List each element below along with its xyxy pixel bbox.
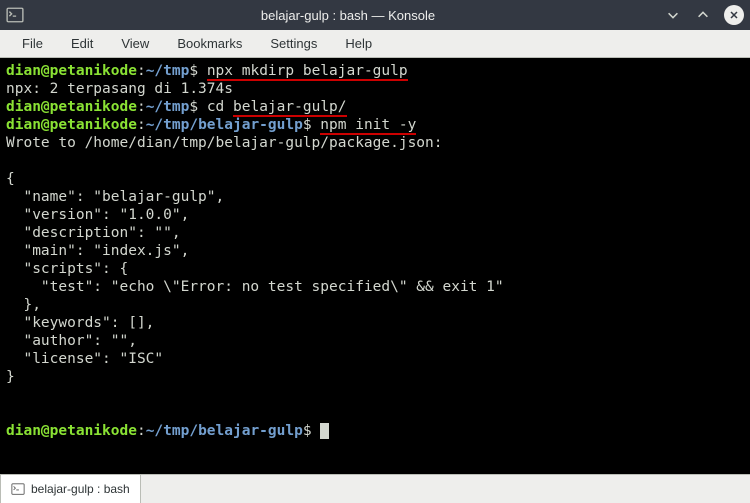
menu-settings[interactable]: Settings [256,32,331,55]
tab-terminal[interactable]: belajar-gulp : bash [0,475,141,503]
prompt-user: dian@petanikode [6,99,137,115]
command-text: cd [207,99,233,115]
prompt-user: dian@petanikode [6,63,137,79]
command-text: belajar-gulp/ [233,99,347,115]
prompt-dollar: $ [189,63,206,79]
menu-view[interactable]: View [107,32,163,55]
window-title: belajar-gulp : bash — Konsole [32,8,664,23]
prompt-path: ~/tmp/belajar-gulp [146,423,303,439]
terminal-icon [6,6,24,24]
terminal-output: "keywords": [], [6,315,154,331]
cursor [320,423,329,439]
menu-edit[interactable]: Edit [57,32,107,55]
prompt-path: ~/tmp [146,99,190,115]
command-text: npm init -y [320,117,416,133]
prompt-colon: : [137,117,146,133]
terminal-output: Wrote to /home/dian/tmp/belajar-gulp/pac… [6,135,443,151]
terminal-output: "author": "", [6,333,137,349]
menu-help[interactable]: Help [331,32,386,55]
prompt-path: ~/tmp/belajar-gulp [146,117,303,133]
terminal-output: "main": "index.js", [6,243,189,259]
terminal-output: "version": "1.0.0", [6,207,189,223]
terminal-area[interactable]: dian@petanikode:~/tmp$ npx mkdirp belaja… [0,58,750,474]
terminal-output: "test": "echo \"Error: no test specified… [6,279,504,295]
prompt-colon: : [137,99,146,115]
terminal-output: } [6,369,15,385]
prompt-user: dian@petanikode [6,117,137,133]
terminal-output: { [6,171,15,187]
terminal-output: "name": "belajar-gulp", [6,189,224,205]
terminal-output: npx: 2 terpasang di 1.374s [6,81,233,97]
window-titlebar: belajar-gulp : bash — Konsole [0,0,750,30]
terminal-output: }, [6,297,41,313]
window-controls [664,5,744,25]
menu-bookmarks[interactable]: Bookmarks [163,32,256,55]
tab-label: belajar-gulp : bash [31,482,130,496]
menu-bar: File Edit View Bookmarks Settings Help [0,30,750,58]
close-button[interactable] [724,5,744,25]
command-text: npx mkdirp belajar-gulp [207,63,408,79]
terminal-output: "description": "", [6,225,181,241]
menu-file[interactable]: File [8,32,57,55]
minimize-button[interactable] [664,6,682,24]
prompt-path: ~/tmp [146,63,190,79]
prompt-dollar: $ [303,423,320,439]
maximize-button[interactable] [694,6,712,24]
prompt-user: dian@petanikode [6,423,137,439]
prompt-colon: : [137,63,146,79]
terminal-output: "scripts": { [6,261,128,277]
terminal-icon [11,482,25,496]
prompt-dollar: $ [189,99,206,115]
prompt-dollar: $ [303,117,320,133]
terminal-output: "license": "ISC" [6,351,163,367]
tab-bar: belajar-gulp : bash [0,474,750,503]
prompt-colon: : [137,423,146,439]
